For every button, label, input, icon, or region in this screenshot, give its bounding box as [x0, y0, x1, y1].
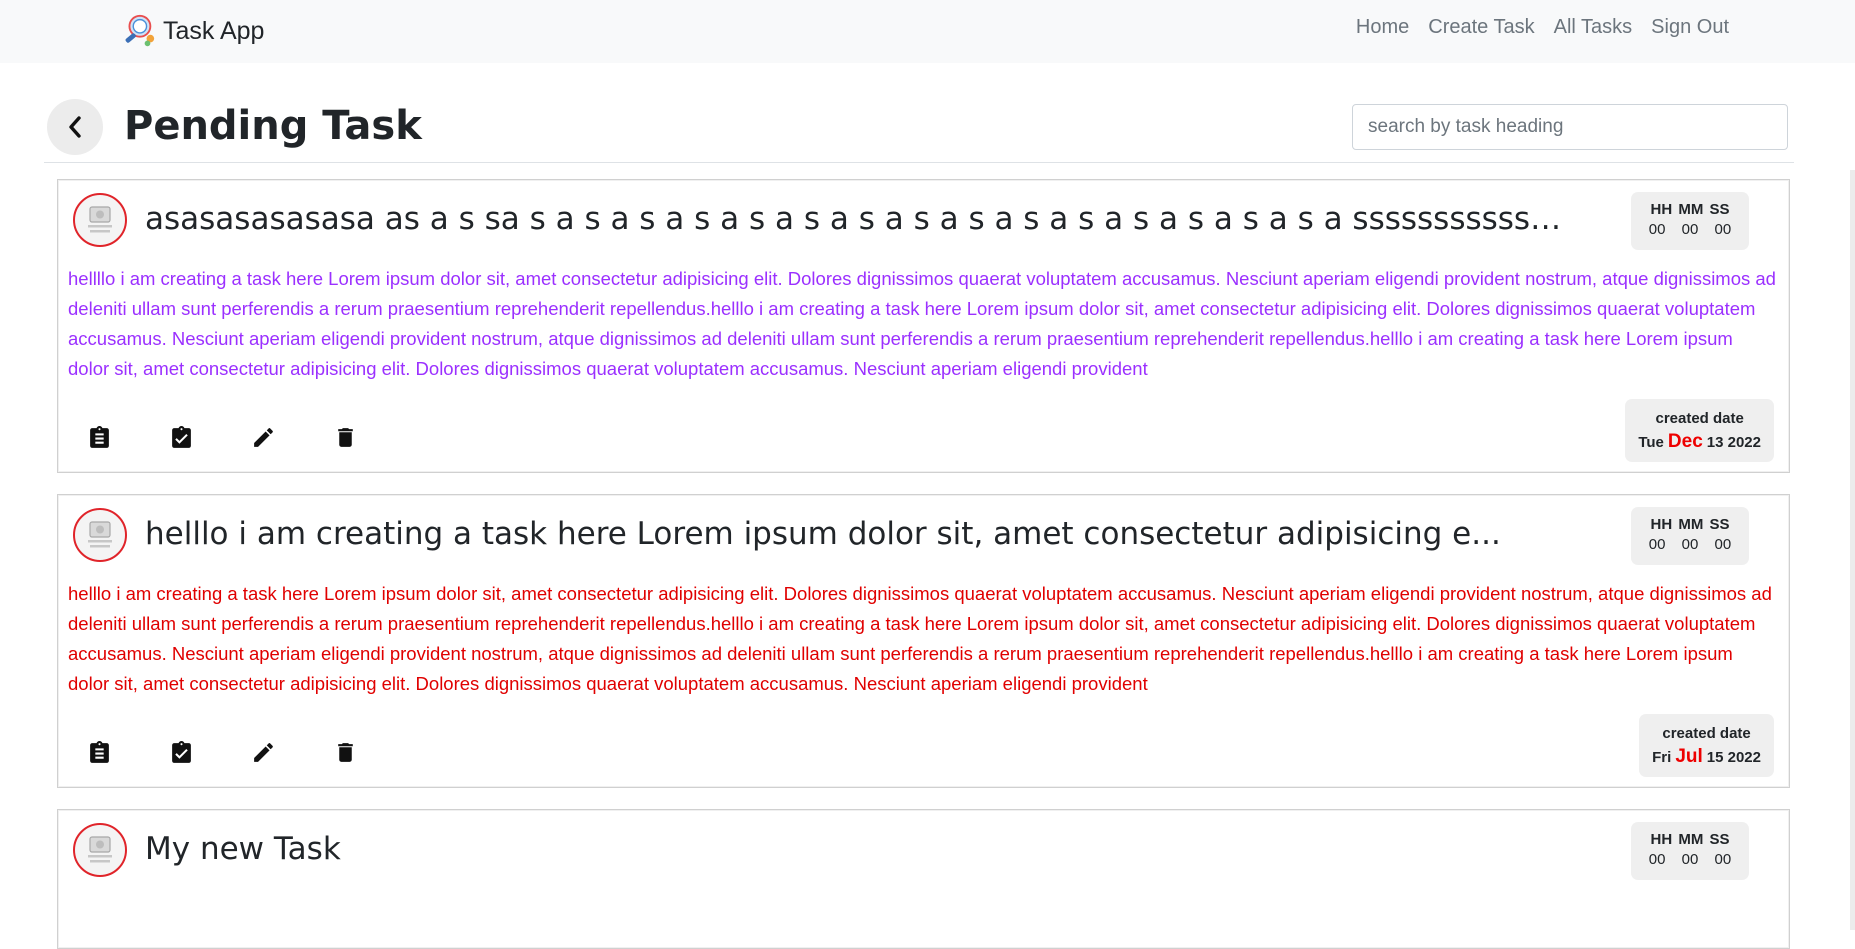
navbar: Task App Home Create Task All Tasks Sign…	[0, 0, 1855, 63]
created-day-year: 15 2022	[1706, 749, 1761, 766]
nav-sign-out-link[interactable]: Sign Out	[1651, 16, 1729, 39]
task-image-avatar	[73, 508, 127, 562]
task-heading: My new Task	[145, 831, 341, 867]
pencil-icon[interactable]	[251, 425, 276, 450]
search-input[interactable]	[1352, 104, 1788, 150]
task-description: hellllo i am creating a task here Lorem …	[68, 268, 1776, 379]
created-month: Dec	[1667, 431, 1703, 452]
task-heading: asasasasasasa as a s sa s a s a s a s a …	[145, 201, 1565, 237]
created-date-box: created date Fri Jul 15 2022	[1639, 714, 1774, 777]
clipboard-icon[interactable]	[87, 740, 112, 765]
no-image-icon	[88, 521, 112, 548]
task-app-logo-icon	[125, 14, 155, 47]
timer-values: 00 00 00	[1648, 851, 1732, 868]
timer-values: 00 00 00	[1648, 221, 1732, 238]
back-button[interactable]	[47, 99, 103, 155]
task-actions	[87, 425, 358, 450]
created-day: Fri	[1652, 749, 1672, 766]
task-image-avatar	[73, 193, 127, 247]
timer-labels: HH MM SS	[1650, 516, 1730, 533]
task-image-avatar	[73, 823, 127, 877]
task-timer: HH MM SS 00 00 00	[1631, 507, 1749, 565]
created-month: Jul	[1675, 746, 1703, 767]
no-image-icon	[88, 206, 112, 233]
chevron-left-icon	[69, 116, 81, 138]
no-image-icon	[88, 836, 112, 863]
header-divider	[44, 162, 1794, 163]
task-card: helllo i am creating a task here Lorem i…	[57, 494, 1790, 788]
clipboard-check-icon[interactable]	[169, 740, 194, 765]
timer-labels: HH MM SS	[1650, 201, 1730, 218]
task-timer: HH MM SS 00 00 00	[1631, 192, 1749, 250]
task-card: My new Task HH MM SS 00 00 00	[57, 809, 1790, 949]
nav-all-tasks-link[interactable]: All Tasks	[1554, 16, 1633, 39]
timer-labels: HH MM SS	[1650, 831, 1730, 848]
created-date: Fri Jul 15 2022	[1652, 746, 1761, 768]
scrollbar[interactable]	[1850, 170, 1855, 930]
task-card: asasasasasasa as a s sa s a s a s a s a …	[57, 179, 1790, 473]
nav-home-link[interactable]: Home	[1356, 16, 1409, 39]
nav-links: Home Create Task All Tasks Sign Out	[1356, 16, 1729, 39]
trash-icon[interactable]	[333, 425, 358, 450]
timer-values: 00 00 00	[1648, 536, 1732, 553]
created-day-year: 13 2022	[1706, 434, 1761, 451]
created-date: Tue Dec 13 2022	[1638, 431, 1761, 453]
pencil-icon[interactable]	[251, 740, 276, 765]
nav-create-task-link[interactable]: Create Task	[1428, 16, 1534, 39]
task-actions	[87, 740, 358, 765]
brand-name: Task App	[163, 16, 265, 45]
clipboard-check-icon[interactable]	[169, 425, 194, 450]
trash-icon[interactable]	[333, 740, 358, 765]
created-day: Tue	[1638, 434, 1664, 451]
created-date-label: created date	[1662, 725, 1751, 742]
task-description: helllo i am creating a task here Lorem i…	[68, 583, 1772, 694]
task-heading: helllo i am creating a task here Lorem i…	[145, 516, 1501, 552]
brand[interactable]: Task App	[119, 11, 264, 51]
page-title: Pending Task	[124, 103, 422, 149]
task-timer: HH MM SS 00 00 00	[1631, 822, 1749, 880]
created-date-label: created date	[1655, 410, 1744, 427]
clipboard-icon[interactable]	[87, 425, 112, 450]
created-date-box: created date Tue Dec 13 2022	[1625, 399, 1774, 462]
